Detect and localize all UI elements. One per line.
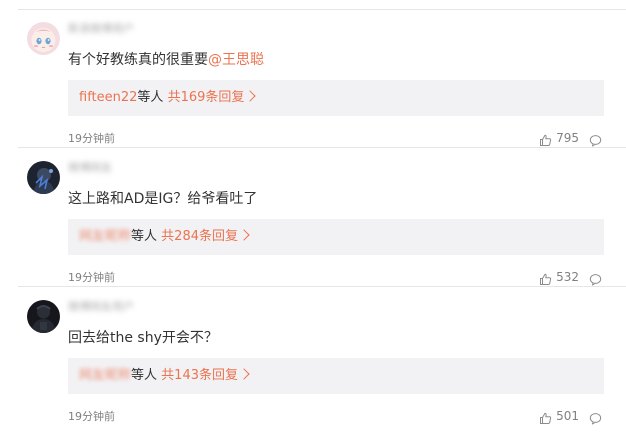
comment-bubble-icon[interactable] bbox=[589, 410, 602, 424]
username[interactable]: 微博网友 bbox=[68, 161, 112, 174]
reply-count-link[interactable]: 共143条回复 bbox=[161, 368, 238, 383]
divider bbox=[18, 147, 626, 148]
reply-count-link[interactable]: 共169条回复 bbox=[168, 90, 245, 105]
reply-summary[interactable]: 网友昵称等人 共143条回复 bbox=[68, 358, 604, 394]
like-count: 795 bbox=[556, 131, 579, 145]
avatar-image bbox=[27, 161, 60, 194]
username[interactable]: 新浪微博用户 bbox=[68, 22, 134, 35]
reply-mid-text: 等人 bbox=[131, 368, 158, 383]
reply-users[interactable]: 网友昵称 bbox=[79, 368, 131, 383]
comment-text: 回去给the shy开会不？ bbox=[68, 329, 218, 347]
divider bbox=[18, 286, 626, 287]
comment-text: 有个好教练真的很重要@王思聪 bbox=[68, 51, 264, 69]
reply-summary[interactable]: 网友昵称等人 共284条回复 bbox=[68, 219, 604, 255]
comment-bubble-icon[interactable] bbox=[589, 271, 602, 285]
chevron-right-icon bbox=[238, 229, 250, 241]
comment-body: 这上路和AD是IG？给爷看吐了 bbox=[68, 191, 258, 207]
avatar-image bbox=[27, 22, 60, 55]
comment-item: 微博网友 这上路和AD是IG？给爷看吐了 网友昵称等人 共284条回复 19分钟… bbox=[0, 149, 626, 287]
reply-mid-text: 等人 bbox=[131, 229, 158, 244]
comment-body: 有个好教练真的很重要 bbox=[68, 52, 208, 68]
chevron-right-icon bbox=[244, 90, 257, 102]
comment-item: 微博网友用户 回去给the shy开会不？ 网友昵称等人 共143条回复 19分… bbox=[0, 288, 626, 426]
timestamp: 19分钟前 bbox=[68, 410, 115, 423]
thumbs-up-icon[interactable] bbox=[539, 132, 552, 146]
reply-users[interactable]: fifteen22 bbox=[79, 90, 137, 105]
comment-text: 这上路和AD是IG？给爷看吐了 bbox=[68, 190, 257, 208]
thumbs-up-icon[interactable] bbox=[539, 410, 552, 424]
thumbs-up-icon[interactable] bbox=[539, 271, 552, 285]
avatar[interactable] bbox=[27, 161, 60, 194]
like-count: 501 bbox=[556, 409, 579, 423]
reply-summary-text: fifteen22等人 共169条回复 bbox=[79, 89, 257, 107]
username[interactable]: 微博网友用户 bbox=[68, 300, 134, 313]
comment-actions: 532 bbox=[539, 269, 602, 285]
comment-actions: 795 bbox=[539, 130, 602, 146]
comment-thread: 新浪微博用户 有个好教练真的很重要@王思聪 fifteen22等人 共169条回… bbox=[0, 0, 626, 439]
comment-body: 回去给the shy开会不？ bbox=[68, 330, 218, 346]
reply-mid-text: 等人 bbox=[137, 90, 164, 105]
timestamp: 19分钟前 bbox=[68, 271, 115, 284]
like-count: 532 bbox=[556, 270, 579, 284]
comment-actions: 501 bbox=[539, 408, 602, 424]
comment-bubble-icon[interactable] bbox=[589, 132, 602, 146]
avatar[interactable] bbox=[27, 300, 60, 333]
reply-count-link[interactable]: 共284条回复 bbox=[161, 229, 238, 244]
chevron-right-icon bbox=[238, 368, 250, 380]
reply-summary[interactable]: fifteen22等人 共169条回复 bbox=[68, 80, 604, 116]
mention-link[interactable]: @王思聪 bbox=[208, 52, 264, 68]
reply-summary-text: 网友昵称等人 共284条回复 bbox=[79, 228, 250, 246]
avatar[interactable] bbox=[27, 22, 60, 55]
timestamp: 19分钟前 bbox=[68, 132, 115, 145]
avatar-image bbox=[27, 300, 60, 333]
reply-summary-text: 网友昵称等人 共143条回复 bbox=[79, 367, 250, 385]
reply-users[interactable]: 网友昵称 bbox=[79, 229, 131, 244]
comment-item: 新浪微博用户 有个好教练真的很重要@王思聪 fifteen22等人 共169条回… bbox=[0, 10, 626, 148]
